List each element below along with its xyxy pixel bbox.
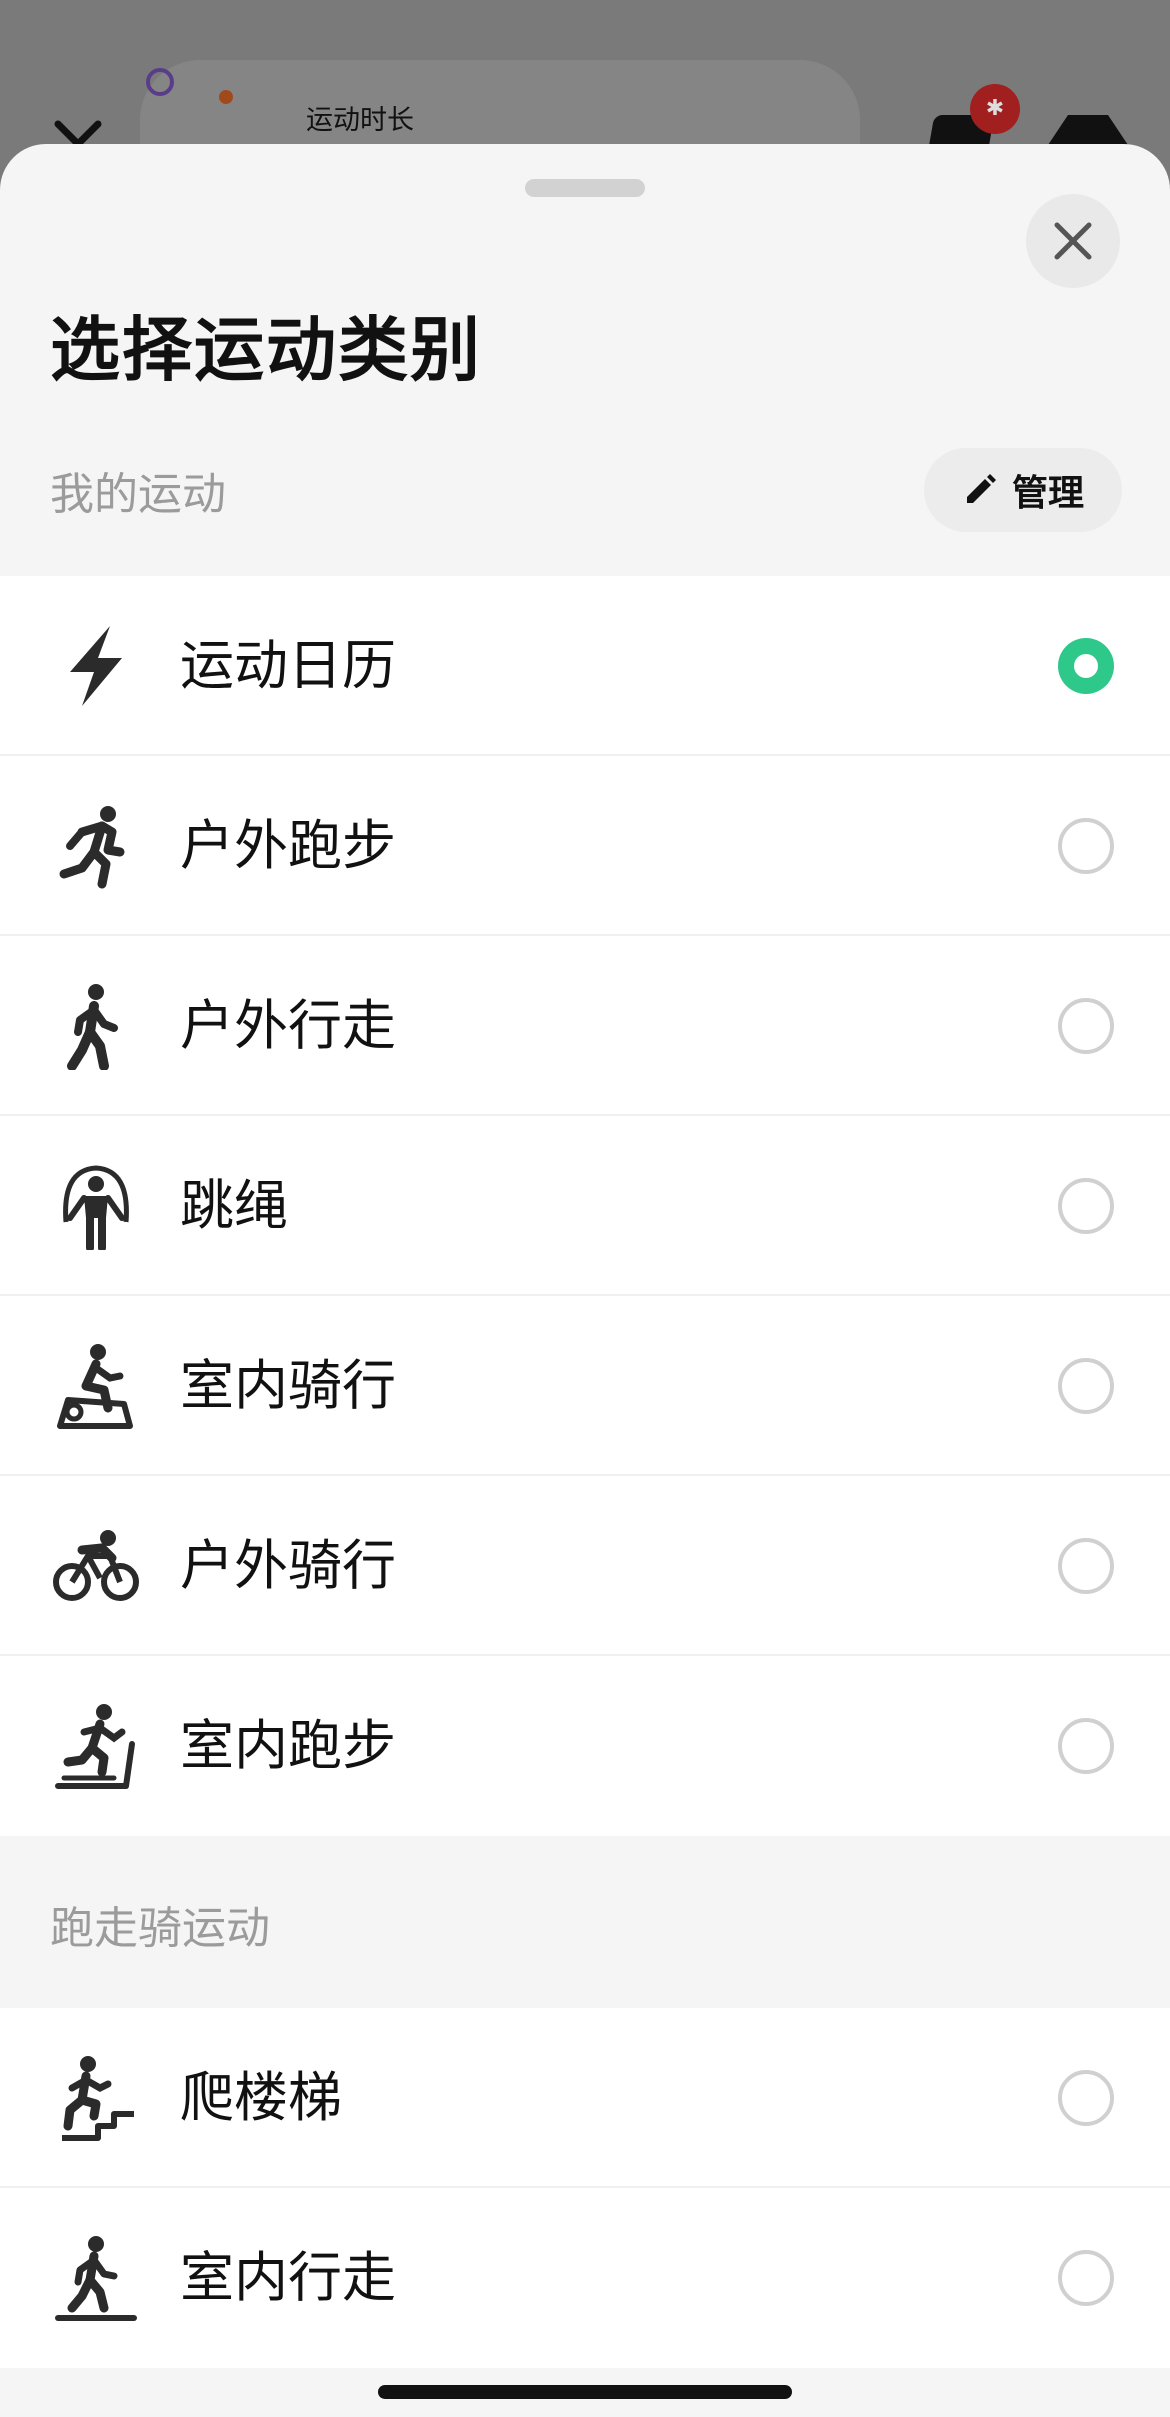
sport-item-outdoor-cycling[interactable]: 户外骑行 [0, 1476, 1170, 1656]
close-icon [1054, 222, 1092, 260]
sport-item-label: 户外跑步 [180, 814, 396, 877]
radio-unselected[interactable] [1058, 1538, 1114, 1594]
status-dot [219, 90, 233, 104]
sport-item-label: 户外行走 [180, 994, 396, 1057]
my-sports-list: 运动日历 户外跑步 户外行走 跳绳 室内骑行 户外骑行 室内跑步 [0, 576, 1170, 1836]
sheet-title: 选择运动类别 [50, 309, 482, 391]
progress-ring-icon [146, 68, 174, 96]
sport-item-treadmill[interactable]: 室内跑步 [0, 1656, 1170, 1836]
radio-unselected[interactable] [1058, 998, 1114, 1054]
sport-item-label: 室内跑步 [180, 1714, 396, 1777]
sport-item-label: 室内行走 [180, 2246, 396, 2309]
indoor-walking-icon [55, 2236, 137, 2321]
jump-rope-icon [63, 1165, 129, 1250]
sport-item-indoor-walk[interactable]: 室内行走 [0, 2188, 1170, 2368]
close-button[interactable] [1026, 194, 1120, 288]
sport-item-label: 户外骑行 [180, 1534, 396, 1597]
background-card-title: 运动时长 [306, 105, 414, 136]
sport-item-outdoor-walk[interactable]: 户外行走 [0, 936, 1170, 1116]
outdoor-cycling-icon [53, 1530, 139, 1601]
section-title-run-walk-ride: 跑走骑运动 [50, 1903, 270, 1954]
lightning-icon [70, 626, 122, 706]
sport-item-label: 运动日历 [180, 634, 396, 697]
sport-item-label: 室内骑行 [180, 1354, 396, 1417]
stairs-icon [62, 2056, 134, 2141]
manage-label: 管理 [1011, 473, 1084, 514]
run-walk-ride-list: 爬楼梯 室内行走 [0, 2008, 1170, 2368]
indoor-cycling-icon [57, 1344, 133, 1429]
sport-item-stairs[interactable]: 爬楼梯 [0, 2008, 1170, 2188]
walking-icon [67, 984, 118, 1070]
sheet-grabber[interactable] [525, 179, 645, 197]
radio-unselected[interactable] [1058, 2250, 1114, 2306]
sport-item-label: 跳绳 [180, 1174, 288, 1237]
radio-unselected[interactable] [1058, 1718, 1114, 1774]
running-icon [59, 806, 125, 889]
home-indicator[interactable] [378, 2385, 792, 2399]
bluetooth-off-icon: ✱ [970, 84, 1020, 134]
sport-category-sheet: 选择运动类别 我的运动 管理 运动日历 户外跑步 户外行走 跳绳 室内骑行 户外… [0, 144, 1170, 2417]
radio-unselected[interactable] [1058, 2070, 1114, 2126]
manage-button[interactable]: 管理 [924, 448, 1122, 532]
radio-unselected[interactable] [1058, 1358, 1114, 1414]
sport-item-label: 爬楼梯 [180, 2066, 342, 2129]
sport-item-calendar[interactable]: 运动日历 [0, 576, 1170, 756]
treadmill-icon [55, 1704, 135, 1789]
sport-item-jump-rope[interactable]: 跳绳 [0, 1116, 1170, 1296]
radio-selected[interactable] [1058, 638, 1114, 694]
radio-unselected[interactable] [1058, 818, 1114, 874]
sport-item-indoor-cycling[interactable]: 室内骑行 [0, 1296, 1170, 1476]
radio-unselected[interactable] [1058, 1178, 1114, 1234]
pencil-icon [966, 474, 996, 503]
section-title-my-sports: 我的运动 [50, 469, 226, 520]
sport-item-outdoor-run[interactable]: 户外跑步 [0, 756, 1170, 936]
